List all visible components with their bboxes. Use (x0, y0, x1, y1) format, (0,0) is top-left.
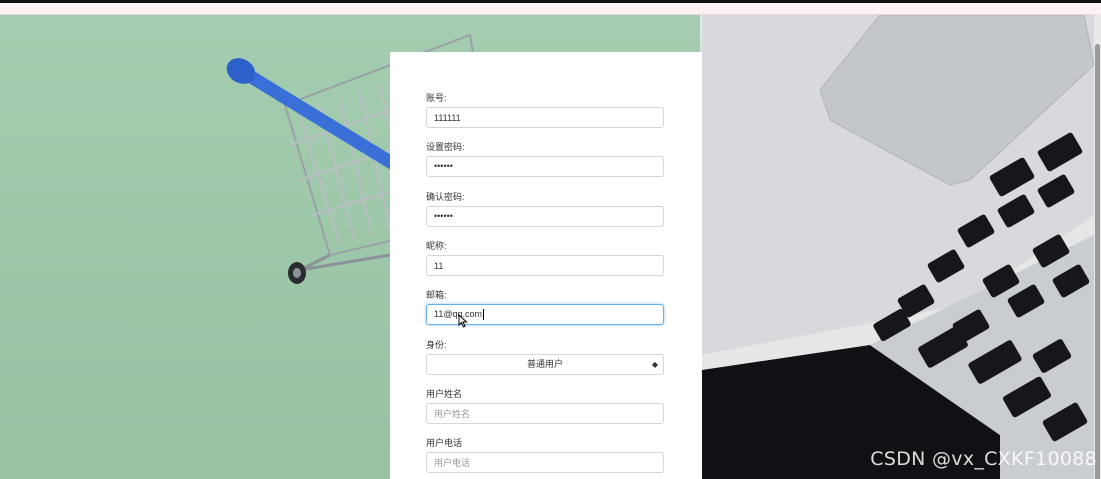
scrollbar-thumb[interactable] (1095, 44, 1100, 479)
password-label: 设置密码: (426, 142, 465, 152)
register-form-panel: 账号: 设置密码: •••••• 确认密码: •••••• 昵称: 邮箱: 11… (390, 52, 702, 479)
laptop-icon (700, 15, 1094, 479)
registration-page: 账号: 设置密码: •••••• 确认密码: •••••• 昵称: 邮箱: 11… (0, 0, 1101, 479)
account-label: 账号: (426, 93, 447, 103)
select-arrows-icon: ◆ (651, 360, 658, 369)
password-input[interactable]: •••••• (426, 156, 664, 177)
mouse-pointer-icon (458, 314, 468, 328)
cart-handle-icon (226, 58, 402, 172)
confirm-password-label: 确认密码: (426, 192, 465, 202)
csdn-watermark: CSDN @vx_CXKF10088 (870, 448, 1097, 470)
nickname-input[interactable] (426, 255, 664, 276)
account-input[interactable] (426, 107, 664, 128)
phone-input[interactable] (426, 452, 664, 473)
browser-top-strip (0, 3, 1101, 15)
confirm-password-input[interactable]: •••••• (426, 206, 664, 227)
text-caret (483, 309, 484, 321)
phone-label: 用户电话 (426, 438, 463, 448)
nickname-label: 昵称: (426, 241, 447, 251)
email-label: 邮箱: (426, 290, 447, 300)
identity-selected-value: 普通用户 (526, 359, 563, 369)
page-scrollbar[interactable] (1094, 14, 1101, 479)
identity-label: 身份: (426, 340, 447, 350)
real-name-input[interactable] (426, 403, 664, 424)
real-name-label: 用户姓名 (426, 389, 463, 399)
identity-select[interactable]: 普通用户 ◆ (426, 354, 664, 375)
